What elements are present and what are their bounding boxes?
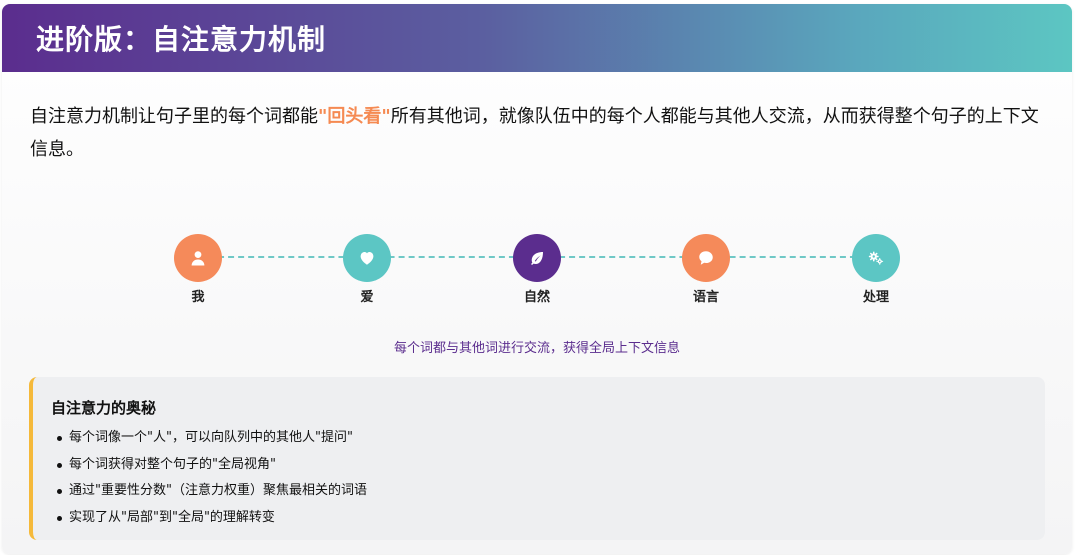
word-node-1-circle: [174, 234, 222, 282]
secret-title: 自注意力的奥秘: [51, 399, 157, 417]
word-node-2-circle: [343, 234, 391, 282]
intro-paragraph: 自注意力机制让句子里的每个词都能"回头看"所有其他词，就像队伍中的每个人都能与其…: [30, 100, 1040, 166]
word-node-4: 语言: [666, 234, 746, 305]
heart-icon: [360, 252, 374, 265]
word-node-2: 爱: [327, 234, 407, 305]
list-item: 通过"重要性分数"（注意力权重）聚焦最相关的词语: [55, 478, 367, 505]
word-node-5: 处理: [836, 234, 916, 305]
speech-bubble-icon: [699, 251, 713, 265]
word-node-1-label: 我: [191, 290, 205, 305]
intro-text-start: 自注意力机制让句子里的每个词都能: [30, 106, 318, 127]
word-node-3-circle: [513, 234, 561, 282]
list-item: 每个词获得对整个句子的"全局视角": [55, 452, 367, 479]
word-node-1: 我: [158, 234, 238, 305]
word-node-3-label: 自然: [523, 290, 550, 305]
gears-icon: [868, 251, 884, 265]
word-node-3: 自然: [497, 234, 577, 305]
attention-flow-diagram: 我 爱 自然 语言 处理 每个词都与其他词进行交流，获得全局上下文信息: [2, 234, 1072, 356]
word-node-2-label: 爱: [360, 290, 374, 305]
leaf-icon: [531, 252, 543, 266]
secret-list: 每个词像一个"人"，可以向队列中的其他人"提问" 每个词获得对整个句子的"全局视…: [55, 425, 367, 531]
list-item: 实现了从"局部"到"全局"的理解转变: [55, 505, 367, 532]
word-node-4-circle: [682, 234, 730, 282]
content-card: 进阶版：自注意力机制 自注意力机制让句子里的每个词都能"回头看"所有其他词，就像…: [2, 4, 1072, 554]
list-item: 每个词像一个"人"，可以向队列中的其他人"提问": [55, 425, 367, 452]
word-node-5-label: 处理: [862, 290, 889, 305]
flow-caption: 每个词都与其他词进行交流，获得全局上下文信息: [393, 341, 680, 356]
secret-box: 自注意力的奥秘 每个词像一个"人"，可以向队列中的其他人"提问" 每个词获得对整…: [29, 377, 1045, 540]
user-icon: [191, 251, 205, 266]
page-title: 进阶版：自注意力机制: [36, 23, 327, 56]
word-node-4-label: 语言: [692, 290, 719, 305]
intro-highlight: "回头看": [318, 106, 391, 127]
word-node-5-circle: [852, 234, 900, 282]
header-bar: 进阶版：自注意力机制: [2, 4, 1072, 72]
